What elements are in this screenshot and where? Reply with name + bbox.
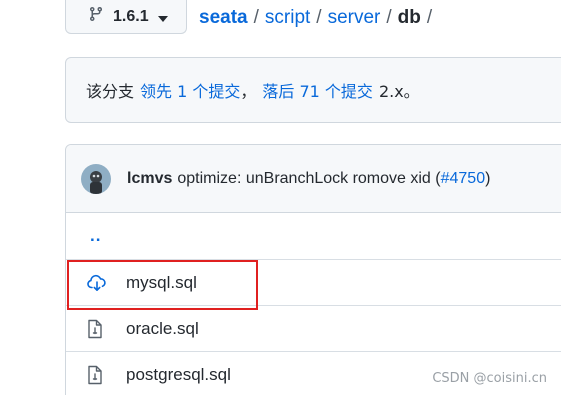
branch-compare-info: 该分支 领先 1 个提交 ， 落后 71 个提交 2.x。 <box>65 57 561 123</box>
parent-directory-link[interactable]: .. <box>90 226 101 246</box>
git-branch-icon <box>88 6 113 27</box>
watermark: CSDN @coisini.cn <box>432 371 547 386</box>
behind-commits-link[interactable]: 落后 71 个提交 <box>262 78 373 102</box>
breadcrumb-script-link[interactable]: script <box>265 7 310 29</box>
triangle-down-icon <box>157 9 177 27</box>
ahead-commits-link[interactable]: 领先 1 个提交 <box>140 78 240 102</box>
breadcrumb-separator: / <box>316 7 322 28</box>
repo-file-browser: 1.6.1 seata / script / server / db / 该分支… <box>0 0 561 395</box>
parent-directory-row[interactable]: .. <box>66 213 561 259</box>
commit-message-close: ) <box>485 169 491 187</box>
file-icon <box>87 319 107 339</box>
breadcrumb-separator: / <box>426 7 433 28</box>
breadcrumb-separator: / <box>386 7 392 28</box>
avatar[interactable] <box>81 163 111 194</box>
highlight-box <box>67 260 258 310</box>
file-icon <box>87 365 107 385</box>
breadcrumb-separator: / <box>253 7 259 28</box>
commit-author[interactable]: lcmvs <box>127 170 172 188</box>
file-row[interactable]: oracle.sql <box>66 305 561 351</box>
breadcrumb-current: db <box>397 7 421 28</box>
latest-commit: lcmvs optimize: unBranchLock romove xid … <box>66 145 561 213</box>
breadcrumb: seata / script / server / db / <box>199 5 438 31</box>
branch-info-comma: ， <box>240 82 257 101</box>
commit-message[interactable]: optimize: unBranchLock romove xid ( <box>177 170 440 188</box>
breadcrumb-server-link[interactable]: server <box>328 7 381 29</box>
branch-info-prefix: 该分支 <box>86 82 135 101</box>
breadcrumb-repo-link[interactable]: seata <box>199 7 248 29</box>
branch-name: 1.6.1 <box>113 7 149 25</box>
branch-info-suffix: 2.x。 <box>378 82 420 101</box>
file-name-link[interactable]: oracle.sql <box>126 319 199 339</box>
file-name-link[interactable]: postgresql.sql <box>126 365 231 385</box>
branch-select-button[interactable]: 1.6.1 <box>65 0 187 34</box>
pr-link[interactable]: #4750 <box>441 170 486 188</box>
